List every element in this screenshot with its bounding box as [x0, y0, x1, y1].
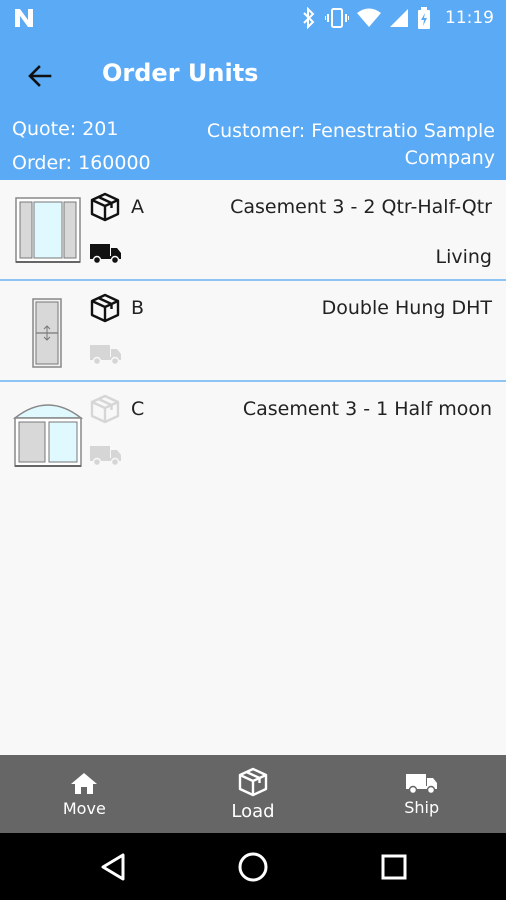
bottom-action-bar: Move Load Ship — [0, 755, 506, 833]
page-title: Order Units — [102, 59, 259, 87]
status-bar: 11:19 — [0, 0, 506, 36]
double-hung-window-thumbnail — [32, 298, 62, 368]
box-icon — [90, 293, 120, 323]
system-nav-bar — [0, 833, 506, 900]
vibrate-icon — [325, 8, 349, 28]
wifi-icon — [357, 8, 381, 27]
list-item[interactable]: C Casement 3 - 1 Half moon — [0, 382, 506, 483]
customer-name: Customer: Fenestratio Sample Company — [206, 120, 495, 169]
n-notification-icon — [15, 9, 33, 27]
load-label: Load — [231, 800, 275, 822]
unit-description: Casement 3 - 2 Qtr-Half-Qtr — [230, 196, 492, 218]
unit-room: Living — [435, 246, 493, 268]
truck-icon — [90, 345, 121, 365]
list-item[interactable]: B Double Hung DHT — [0, 281, 506, 382]
nav-home-icon[interactable] — [236, 850, 270, 884]
status-time: 11:19 — [445, 8, 494, 28]
ship-button[interactable]: Ship — [337, 755, 506, 833]
half-moon-casement-thumbnail — [13, 404, 83, 467]
unit-letter: B — [131, 297, 145, 319]
nav-back-icon[interactable] — [97, 850, 131, 884]
list-item[interactable]: A Casement 3 - 2 Qtr-Half-Qtr Living — [0, 180, 506, 281]
battery-icon — [418, 7, 430, 29]
load-button[interactable]: Load — [169, 755, 338, 833]
move-label: Move — [62, 798, 106, 818]
unit-list: A Casement 3 - 2 Qtr-Half-Qtr Living B D… — [0, 180, 506, 483]
box-icon — [90, 192, 120, 222]
unit-letter: A — [131, 196, 144, 218]
unit-description: Double Hung DHT — [321, 297, 492, 319]
box-icon — [238, 767, 268, 796]
signal-icon — [390, 9, 408, 27]
truck-icon — [90, 244, 121, 264]
quote-number: Quote: 201 — [12, 118, 119, 140]
unit-letter: C — [131, 398, 145, 420]
order-number: Order: 160000 — [12, 152, 151, 174]
unit-description: Casement 3 - 1 Half moon — [242, 398, 492, 420]
home-icon — [71, 772, 98, 794]
truck-icon — [90, 446, 121, 466]
back-arrow-icon[interactable] — [22, 58, 58, 94]
app-bar: Order Units Quote: 201 Order: 160000 Cus… — [0, 36, 506, 180]
truck-icon — [405, 773, 437, 794]
ship-label: Ship — [404, 797, 440, 817]
box-icon — [90, 394, 120, 424]
casement-window-thumbnail — [15, 197, 81, 263]
nav-recents-icon[interactable] — [377, 850, 411, 884]
move-button[interactable]: Move — [0, 755, 169, 833]
bluetooth-icon — [303, 7, 315, 29]
